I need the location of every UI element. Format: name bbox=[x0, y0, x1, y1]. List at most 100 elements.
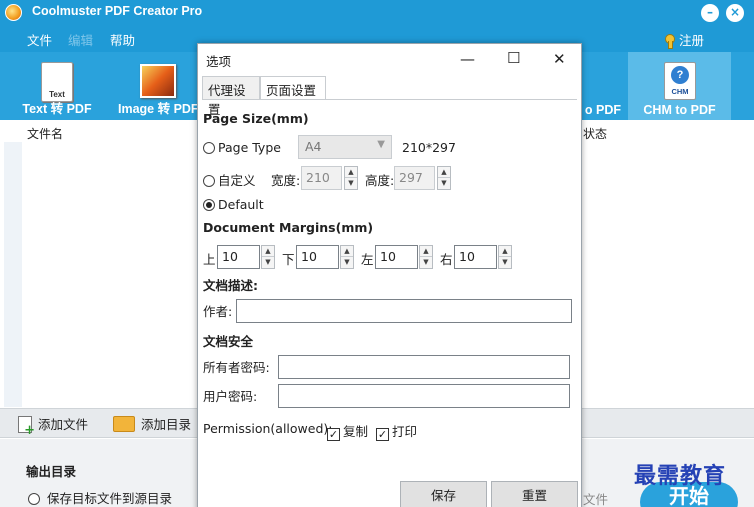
chevron-down-icon[interactable]: ▼ bbox=[262, 257, 274, 268]
user-password-label: 用户密码: bbox=[203, 389, 258, 404]
register-label: 注册 bbox=[679, 33, 705, 48]
height-label: 高度: bbox=[365, 173, 395, 188]
radio-button[interactable] bbox=[203, 175, 215, 187]
page-type-dims: 210*297 bbox=[402, 140, 456, 155]
chevron-up-icon[interactable]: ▲ bbox=[345, 167, 357, 178]
menu-edit[interactable]: 编辑 bbox=[68, 30, 93, 49]
margin-left-input[interactable]: 10 bbox=[375, 245, 418, 269]
reset-button[interactable]: 重置 bbox=[491, 481, 578, 507]
copy-label: 复制 bbox=[343, 424, 369, 439]
chevron-up-icon[interactable]: ▲ bbox=[341, 246, 353, 257]
app-window: Coolmuster PDF Creator Pro – × 文件 编辑 帮助 … bbox=[0, 0, 754, 507]
dialog-title: 选项 bbox=[206, 54, 232, 69]
add-file-label: 添加文件 bbox=[38, 417, 89, 432]
user-password-input[interactable] bbox=[278, 384, 570, 408]
text-file-icon: Text bbox=[41, 62, 73, 102]
chevron-up-icon[interactable]: ▲ bbox=[262, 246, 274, 257]
minimize-button[interactable]: – bbox=[701, 4, 719, 22]
register-link[interactable]: 注册 bbox=[664, 30, 704, 49]
default-size-option[interactable]: Default bbox=[203, 197, 264, 212]
margin-bottom-input[interactable]: 10 bbox=[296, 245, 339, 269]
margin-top-spin-buttons[interactable]: ▲ ▼ bbox=[261, 245, 275, 269]
save-button[interactable]: 保存 bbox=[400, 481, 487, 507]
tool-text-to-pdf[interactable]: Text Text 转 PDF bbox=[14, 52, 100, 120]
chevron-up-icon[interactable]: ▲ bbox=[420, 246, 432, 257]
save-to-source-label: 保存目标文件到源目录 bbox=[47, 491, 173, 506]
folder-icon bbox=[113, 416, 135, 432]
print-checkbox[interactable]: ✓ bbox=[376, 428, 389, 441]
chm-icon-caption: CHM bbox=[671, 87, 689, 96]
tool-image-to-pdf[interactable]: Image 转 PDF bbox=[112, 52, 200, 120]
margins-heading: Document Margins(mm) bbox=[203, 220, 374, 235]
close-button[interactable]: × bbox=[726, 4, 744, 22]
margin-bottom-spin-buttons[interactable]: ▲ ▼ bbox=[340, 245, 354, 269]
key-icon bbox=[664, 34, 675, 49]
page-type-select[interactable]: A4 ▼ bbox=[298, 135, 392, 159]
tool-chm-to-pdf[interactable]: ? CHM CHM to PDF bbox=[628, 52, 731, 120]
options-dialog: 选项 — ☐ ✕ 代理设置 页面设置 Page Size(mm) Page Ty… bbox=[197, 43, 582, 507]
width-input[interactable]: 210 bbox=[301, 166, 342, 190]
app-title: Coolmuster PDF Creator Pro bbox=[32, 4, 203, 18]
tab-divider bbox=[202, 99, 577, 100]
save-to-source-option[interactable]: 保存目标文件到源目录 bbox=[28, 488, 172, 507]
tab-page-settings[interactable]: 页面设置 bbox=[260, 76, 326, 100]
file-list-check-column bbox=[4, 120, 22, 407]
margin-top-input[interactable]: 10 bbox=[217, 245, 260, 269]
description-heading: 文档描述: bbox=[203, 278, 258, 293]
add-folder-button[interactable]: 添加目录 bbox=[113, 414, 191, 433]
permission-print[interactable]: ✓ 打印 bbox=[376, 421, 417, 441]
tool-label: CHM to PDF bbox=[643, 103, 716, 117]
dialog-minimize-button[interactable]: — bbox=[460, 50, 475, 68]
permission-label: Permission(allowed): bbox=[203, 421, 333, 436]
custom-size-label: 自定义 bbox=[218, 173, 256, 188]
chevron-down-icon: ▼ bbox=[377, 139, 385, 150]
dialog-close-button[interactable]: ✕ bbox=[553, 50, 566, 68]
page-size-heading: Page Size(mm) bbox=[203, 111, 309, 126]
page-type-value: A4 bbox=[305, 139, 322, 154]
radio-button[interactable] bbox=[28, 493, 40, 505]
chevron-down-icon[interactable]: ▼ bbox=[438, 178, 450, 189]
tool-label: Image 转 PDF bbox=[118, 102, 199, 116]
margin-right-input[interactable]: 10 bbox=[454, 245, 497, 269]
width-label: 宽度: bbox=[271, 173, 301, 188]
permission-copy[interactable]: ✓ 复制 bbox=[327, 421, 368, 441]
add-file-button[interactable]: 添加文件 bbox=[18, 414, 89, 438]
default-size-label: Default bbox=[218, 197, 264, 212]
margin-right-spin-buttons[interactable]: ▲ ▼ bbox=[498, 245, 512, 269]
margin-left-spin-buttons[interactable]: ▲ ▼ bbox=[419, 245, 433, 269]
height-spin-buttons[interactable]: ▲ ▼ bbox=[437, 166, 451, 190]
width-spin-buttons[interactable]: ▲ ▼ bbox=[344, 166, 358, 190]
chevron-down-icon[interactable]: ▼ bbox=[341, 257, 353, 268]
page-type-option[interactable]: Page Type bbox=[203, 140, 281, 155]
column-status[interactable]: 状态 bbox=[583, 125, 607, 142]
column-filename[interactable]: 文件名 bbox=[27, 125, 63, 142]
radio-button[interactable] bbox=[203, 199, 215, 211]
dialog-maximize-button[interactable]: ☐ bbox=[507, 49, 520, 67]
add-file-icon bbox=[18, 416, 35, 438]
chevron-up-icon[interactable]: ▲ bbox=[499, 246, 511, 257]
print-label: 打印 bbox=[392, 424, 418, 439]
author-input[interactable] bbox=[236, 299, 572, 323]
owner-password-input[interactable] bbox=[278, 355, 570, 379]
owner-password-label: 所有者密码: bbox=[203, 360, 270, 375]
watermark: 最需教育 bbox=[634, 463, 727, 489]
tab-proxy-settings[interactable]: 代理设置 bbox=[202, 76, 260, 117]
tool-label: Text 转 PDF bbox=[22, 102, 92, 116]
custom-size-option[interactable]: 自定义 bbox=[203, 170, 256, 189]
chm-file-icon: ? CHM bbox=[664, 62, 696, 100]
chevron-down-icon[interactable]: ▼ bbox=[345, 178, 357, 189]
menu-file[interactable]: 文件 bbox=[27, 30, 52, 49]
chevron-down-icon[interactable]: ▼ bbox=[499, 257, 511, 268]
image-file-icon bbox=[140, 64, 176, 98]
copy-checkbox[interactable]: ✓ bbox=[327, 428, 340, 441]
height-input[interactable]: 297 bbox=[394, 166, 435, 190]
radio-button[interactable] bbox=[203, 142, 215, 154]
chevron-down-icon[interactable]: ▼ bbox=[420, 257, 432, 268]
security-heading: 文档安全 bbox=[203, 334, 254, 349]
add-folder-label: 添加目录 bbox=[141, 417, 192, 432]
title-bar: Coolmuster PDF Creator Pro – × bbox=[0, 0, 754, 25]
menu-help[interactable]: 帮助 bbox=[110, 30, 135, 49]
app-logo-icon bbox=[5, 4, 22, 21]
chevron-up-icon[interactable]: ▲ bbox=[438, 167, 450, 178]
output-file-label: 文件 bbox=[583, 492, 609, 507]
